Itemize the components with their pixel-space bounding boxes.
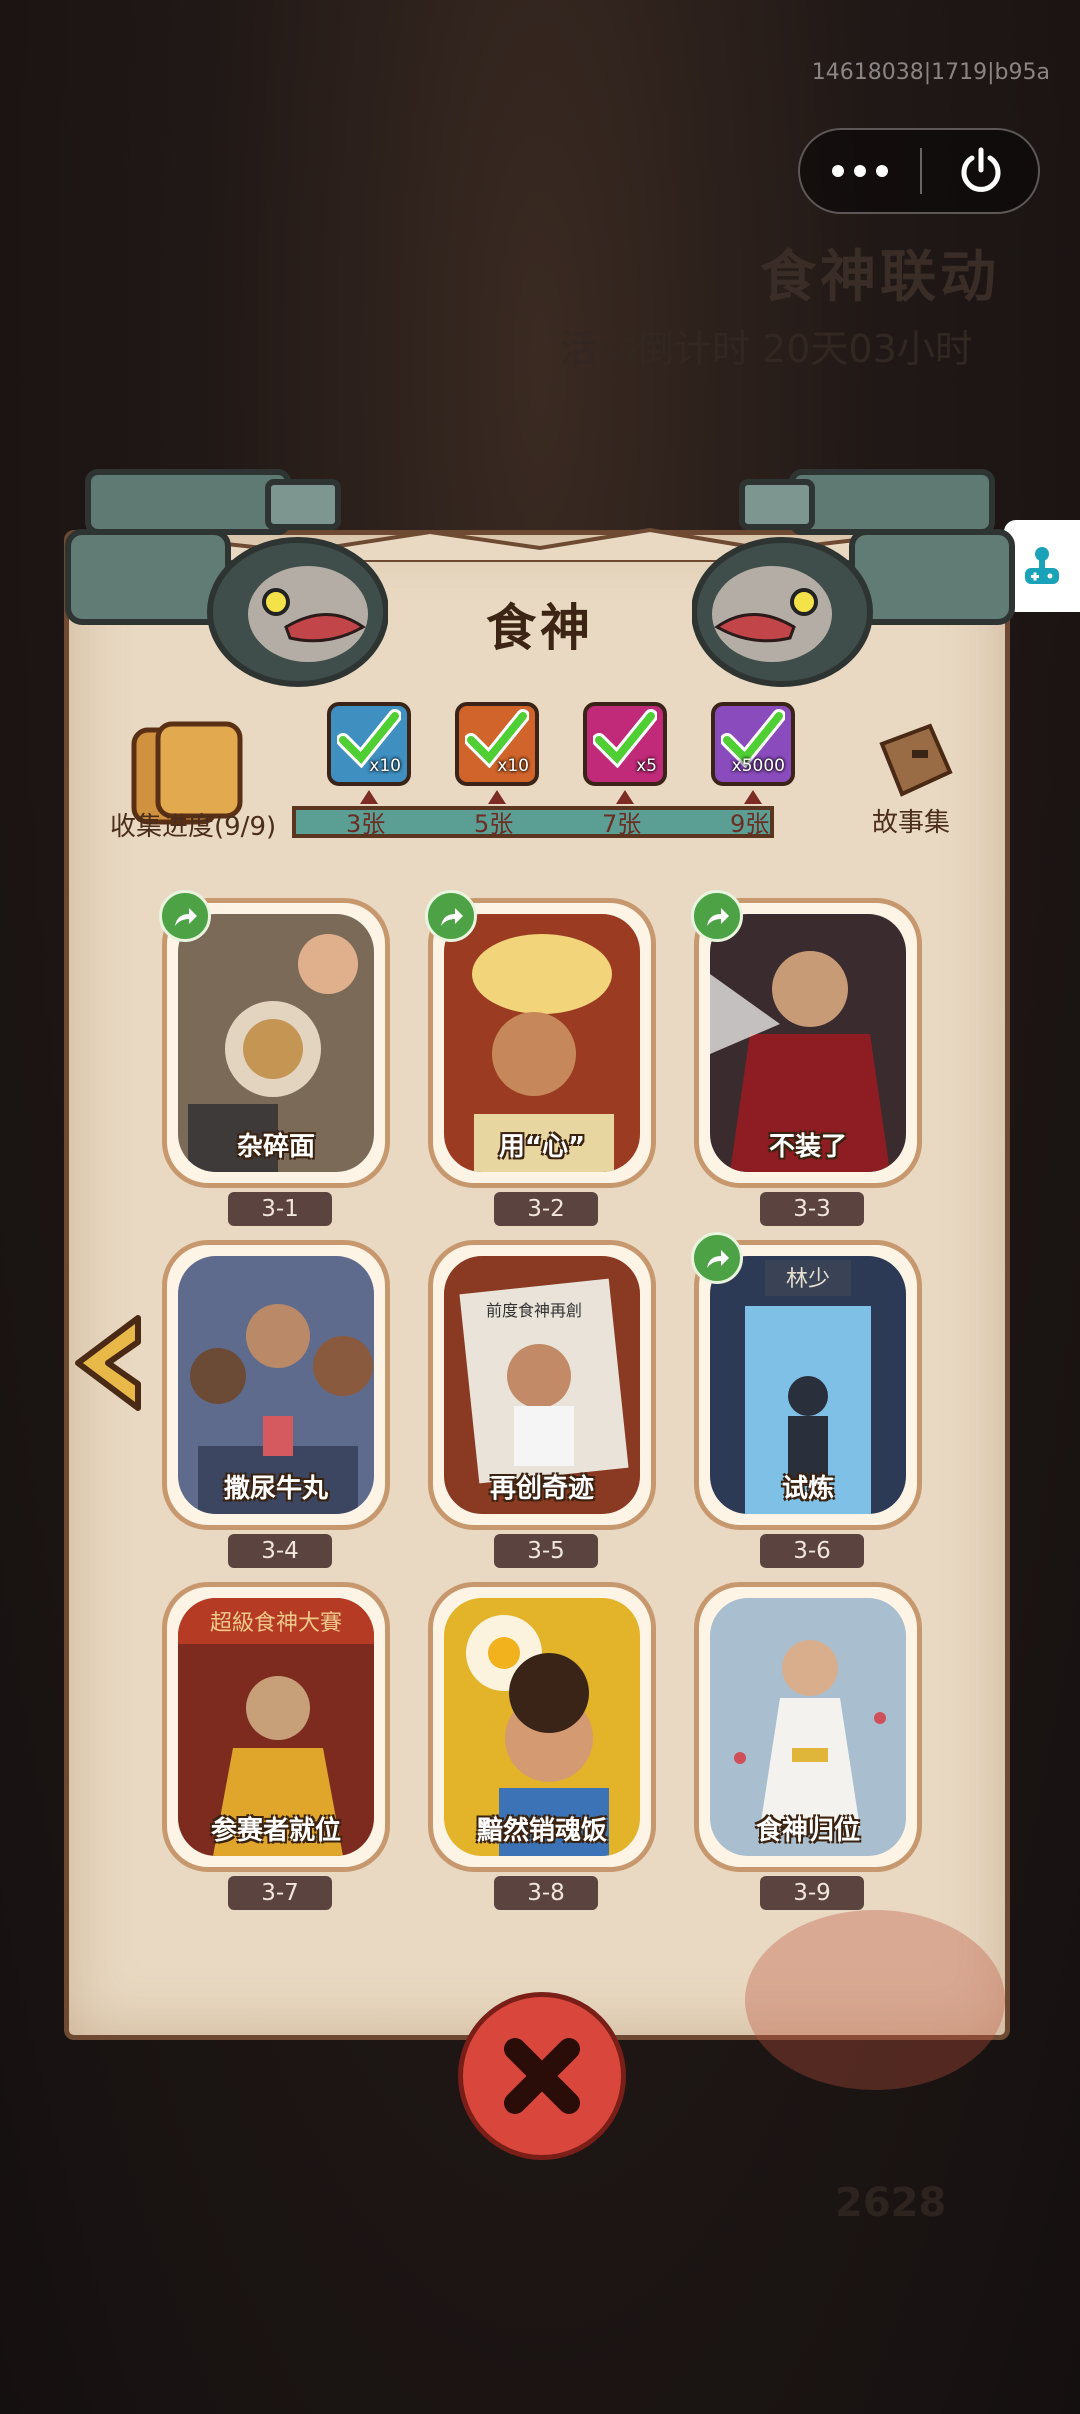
reward-3[interactable]: x5 bbox=[583, 702, 667, 786]
share-button-3-2[interactable] bbox=[425, 890, 477, 942]
reward-4[interactable]: x5000 bbox=[711, 702, 795, 786]
wax-seal-decoration bbox=[745, 1910, 1005, 2090]
card-title: 黯然销魂饭 bbox=[476, 1816, 607, 1846]
card-number: 3-2 bbox=[494, 1192, 598, 1226]
card-title: 杂碎面 bbox=[236, 1132, 315, 1162]
story-card-3-8[interactable]: 黯然销魂饭 bbox=[428, 1582, 656, 1872]
card-number: 3-5 bbox=[494, 1534, 598, 1568]
progress-marker bbox=[360, 790, 378, 804]
previous-chapter-arrow-icon[interactable] bbox=[68, 1310, 144, 1416]
mini-program-capsule bbox=[798, 128, 1040, 214]
card-number: 3-1 bbox=[228, 1192, 332, 1226]
card-number: 3-7 bbox=[228, 1876, 332, 1910]
progress-tick: 5张 bbox=[474, 810, 514, 838]
progress-marker bbox=[616, 790, 634, 804]
share-button-3-3[interactable] bbox=[691, 890, 743, 942]
card-number: 3-8 bbox=[494, 1876, 598, 1910]
reward-1[interactable]: x10 bbox=[327, 702, 411, 786]
story-card-3-4[interactable]: 撒尿牛丸 bbox=[162, 1240, 390, 1530]
bg-event-timer: 活动倒计时 20天03小时 bbox=[560, 327, 973, 371]
panel-title: 食神 bbox=[486, 599, 594, 657]
power-icon bbox=[961, 147, 1001, 192]
story-card-3-1[interactable]: 杂碎面 bbox=[162, 898, 390, 1188]
close-button[interactable] bbox=[458, 1992, 626, 2160]
camera-decoration-left bbox=[65, 469, 388, 687]
share-arrow-icon bbox=[175, 908, 197, 926]
story-card-3-5[interactable]: 前度食神再創 再创奇迹 bbox=[428, 1240, 656, 1530]
more-dots-icon bbox=[832, 165, 844, 177]
story-card-3-2[interactable]: 用“心” bbox=[428, 898, 656, 1188]
build-id: 14618038|1719|b95a bbox=[811, 60, 1050, 85]
card-title: 试炼 bbox=[781, 1474, 834, 1504]
card-number: 3-3 bbox=[760, 1192, 864, 1226]
newspaper-headline: 前度食神再創 bbox=[486, 1301, 582, 1320]
share-arrow-icon bbox=[707, 908, 729, 926]
card-title: 用“心” bbox=[498, 1132, 586, 1162]
story-collection-label[interactable]: 故事集 bbox=[872, 802, 950, 839]
progress-tick: 7张 bbox=[602, 810, 642, 838]
card-number: 3-9 bbox=[760, 1876, 864, 1910]
bg-score: 2628 bbox=[835, 2180, 947, 2226]
share-arrow-icon bbox=[441, 908, 463, 926]
story-card-3-9[interactable]: 食神归位 bbox=[694, 1582, 922, 1872]
story-card-3-6[interactable]: 林少 试炼 bbox=[694, 1240, 922, 1530]
door-sign: 林少 bbox=[786, 1267, 830, 1292]
reward-qty: x10 bbox=[497, 756, 529, 776]
card-title: 食神归位 bbox=[755, 1816, 860, 1846]
card-title: 再创奇迹 bbox=[489, 1474, 594, 1504]
story-card-3-7[interactable]: 超級食神大賽 参赛者就位 bbox=[162, 1582, 390, 1872]
more-button[interactable] bbox=[800, 130, 920, 212]
exit-button[interactable] bbox=[924, 130, 1038, 212]
share-button-3-6[interactable] bbox=[691, 1232, 743, 1284]
collect-progress-label: 收集进度(9/9) bbox=[110, 812, 277, 842]
close-icon bbox=[504, 2038, 580, 2114]
progress-tick: 9张 bbox=[730, 810, 770, 838]
card-title: 不装了 bbox=[768, 1132, 847, 1162]
story-book-icon[interactable] bbox=[868, 716, 958, 806]
card-number: 3-4 bbox=[228, 1534, 332, 1568]
reward-2[interactable]: x10 bbox=[455, 702, 539, 786]
share-arrow-icon bbox=[707, 1250, 729, 1268]
card-number: 3-6 bbox=[760, 1534, 864, 1568]
card-title: 参赛者就位 bbox=[210, 1816, 341, 1846]
reward-qty: x5 bbox=[636, 756, 657, 776]
bg-event-title: 食神联动 bbox=[760, 245, 1000, 310]
reward-qty: x10 bbox=[369, 756, 401, 776]
reward-qty: x5000 bbox=[731, 756, 785, 776]
progress-tick: 3张 bbox=[346, 810, 386, 838]
story-card-3-3[interactable]: 不装了 bbox=[694, 898, 922, 1188]
card-title: 撒尿牛丸 bbox=[223, 1474, 328, 1504]
camera-decoration-right bbox=[692, 469, 1015, 687]
progress-marker bbox=[488, 790, 506, 804]
contest-banner: 超級食神大賽 bbox=[210, 1611, 342, 1636]
progress-marker bbox=[744, 790, 762, 804]
share-button-3-1[interactable] bbox=[159, 890, 211, 942]
